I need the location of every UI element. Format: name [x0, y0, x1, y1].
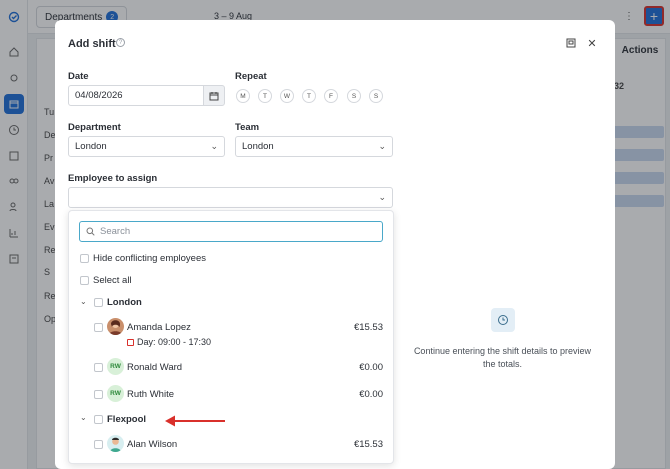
employee-name: Ruth White [127, 389, 174, 400]
employee-name: Ronald Ward [127, 362, 183, 373]
employee-label: Employee to assign [68, 173, 158, 184]
help-icon[interactable]: ? [116, 38, 125, 47]
employee-name: Amanda Lopez [127, 322, 191, 333]
calendar-picker-icon[interactable] [203, 85, 225, 106]
hide-conflicting-checkbox[interactable] [80, 254, 89, 263]
conflict-icon [127, 338, 134, 346]
employee-dropdown: Hide conflicting employees Select all ⌄ … [68, 210, 394, 464]
group-label-london: London [107, 297, 142, 308]
avatar [107, 318, 124, 335]
chevron-down-icon[interactable]: ⌄ [80, 413, 87, 422]
shift-conflict: Day: 09:00 - 17:30 [127, 337, 211, 347]
close-icon[interactable]: ✕ [586, 37, 598, 50]
repeat-day-sun[interactable]: S [369, 89, 383, 103]
employee-rate: €15.53 [353, 439, 383, 450]
avatar: RW [107, 358, 124, 375]
avatar [107, 435, 124, 452]
employee-rate: €15.53 [353, 322, 383, 333]
annotation-arrow [165, 415, 225, 427]
repeat-day-mon[interactable]: M [236, 89, 250, 103]
chevron-down-icon[interactable]: ⌄ [80, 297, 87, 306]
select-all-label: Select all [93, 275, 132, 286]
department-value: London [75, 141, 107, 152]
team-select[interactable]: London ⌄ [235, 136, 393, 157]
repeat-day-sat[interactable]: S [347, 89, 361, 103]
chevron-down-icon: ⌄ [378, 141, 386, 151]
repeat-day-fri[interactable]: F [324, 89, 338, 103]
group-label-flexpool: Flexpool [107, 414, 147, 425]
repeat-day-tue[interactable]: T [258, 89, 272, 103]
date-value: 04/08/2026 [75, 90, 123, 101]
repeat-day-thu[interactable]: T [302, 89, 316, 103]
repeat-day-wed[interactable]: W [280, 89, 294, 103]
search-field[interactable] [79, 221, 383, 242]
search-input[interactable] [100, 226, 370, 237]
conflict-text: Day: 09:00 - 17:30 [137, 337, 212, 347]
group-checkbox-flexpool[interactable] [94, 415, 103, 424]
employee-rate: €0.00 [359, 362, 383, 373]
search-icon [86, 227, 95, 236]
modal-title: Add shift [68, 38, 116, 50]
totals-hint: Continue entering the shift details to p… [413, 346, 592, 369]
employee-name: Alan Wilson [127, 439, 178, 450]
employee-checkbox[interactable] [94, 323, 103, 332]
employee-rate: €0.00 [359, 389, 383, 400]
employee-checkbox[interactable] [94, 390, 103, 399]
avatar: RW [107, 385, 124, 402]
chevron-down-icon: ⌄ [210, 141, 218, 151]
add-shift-modal: Add shift ? ✕ Date 04/08/2026 Repeat M T… [55, 20, 615, 469]
team-label: Team [235, 122, 260, 133]
employee-checkbox[interactable] [94, 440, 103, 449]
department-label: Department [68, 122, 121, 133]
date-label: Date [68, 71, 89, 82]
select-all-checkbox[interactable] [80, 276, 89, 285]
chevron-down-icon: ⌄ [378, 192, 386, 202]
date-field[interactable]: 04/08/2026 [68, 85, 204, 106]
employee-select[interactable]: ⌄ [68, 187, 393, 208]
template-icon[interactable] [565, 37, 577, 49]
clock-icon [491, 308, 515, 332]
employee-checkbox[interactable] [94, 363, 103, 372]
group-checkbox-london[interactable] [94, 298, 103, 307]
department-select[interactable]: London ⌄ [68, 136, 225, 157]
team-value: London [242, 141, 274, 152]
hide-conflicting-label: Hide conflicting employees [93, 253, 207, 264]
repeat-label: Repeat [235, 71, 267, 82]
